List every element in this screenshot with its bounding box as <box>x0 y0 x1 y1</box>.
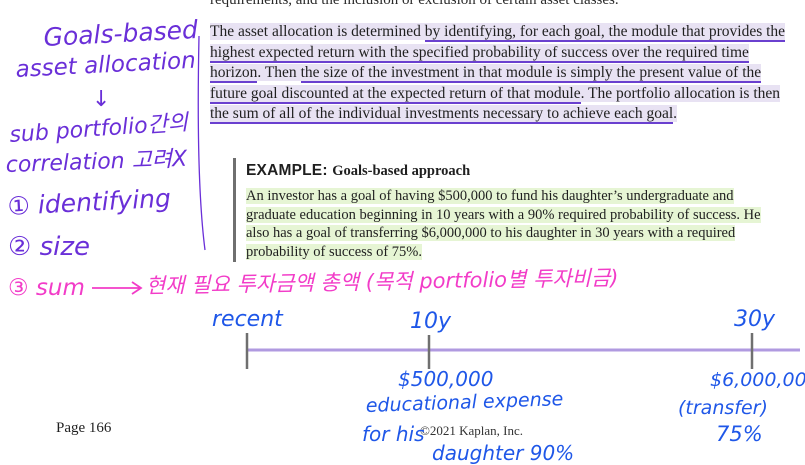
left-note1: sub portfolio간의 <box>9 110 191 148</box>
step2-size: ② size <box>8 232 90 262</box>
left-title-line1: Goals-based <box>43 15 199 52</box>
end-note2: 75% <box>716 422 763 446</box>
mid-note1: educational expense <box>365 388 563 417</box>
mid-note2: for his <box>362 422 425 446</box>
left-title-line2: asset allocation <box>15 48 196 83</box>
mid-amount: $500,000 <box>398 367 493 391</box>
step3-note: 현재 필요 투자금액 총액 (목적 portfolio별 투자비금) <box>146 266 619 298</box>
handwritten-annotations: Goals-based asset allocation ↓ sub portf… <box>5 15 805 465</box>
step1-identifying: ① identifying <box>7 183 172 221</box>
end-note1: (transfer) <box>678 397 768 419</box>
arrow-down: ↓ <box>92 87 110 112</box>
mid-note3: daughter 90% <box>432 441 574 465</box>
timeline-10y: 10y <box>410 309 452 334</box>
bracket-line <box>197 35 206 251</box>
pink-arrow <box>92 281 143 295</box>
timeline-30y: 30y <box>734 307 776 332</box>
timeline-recent: recent <box>212 307 284 332</box>
end-amount: $6,000,000 <box>710 369 805 391</box>
left-note2: correlation 고려X <box>5 147 188 178</box>
step3-sum: ③ sum <box>8 275 85 301</box>
